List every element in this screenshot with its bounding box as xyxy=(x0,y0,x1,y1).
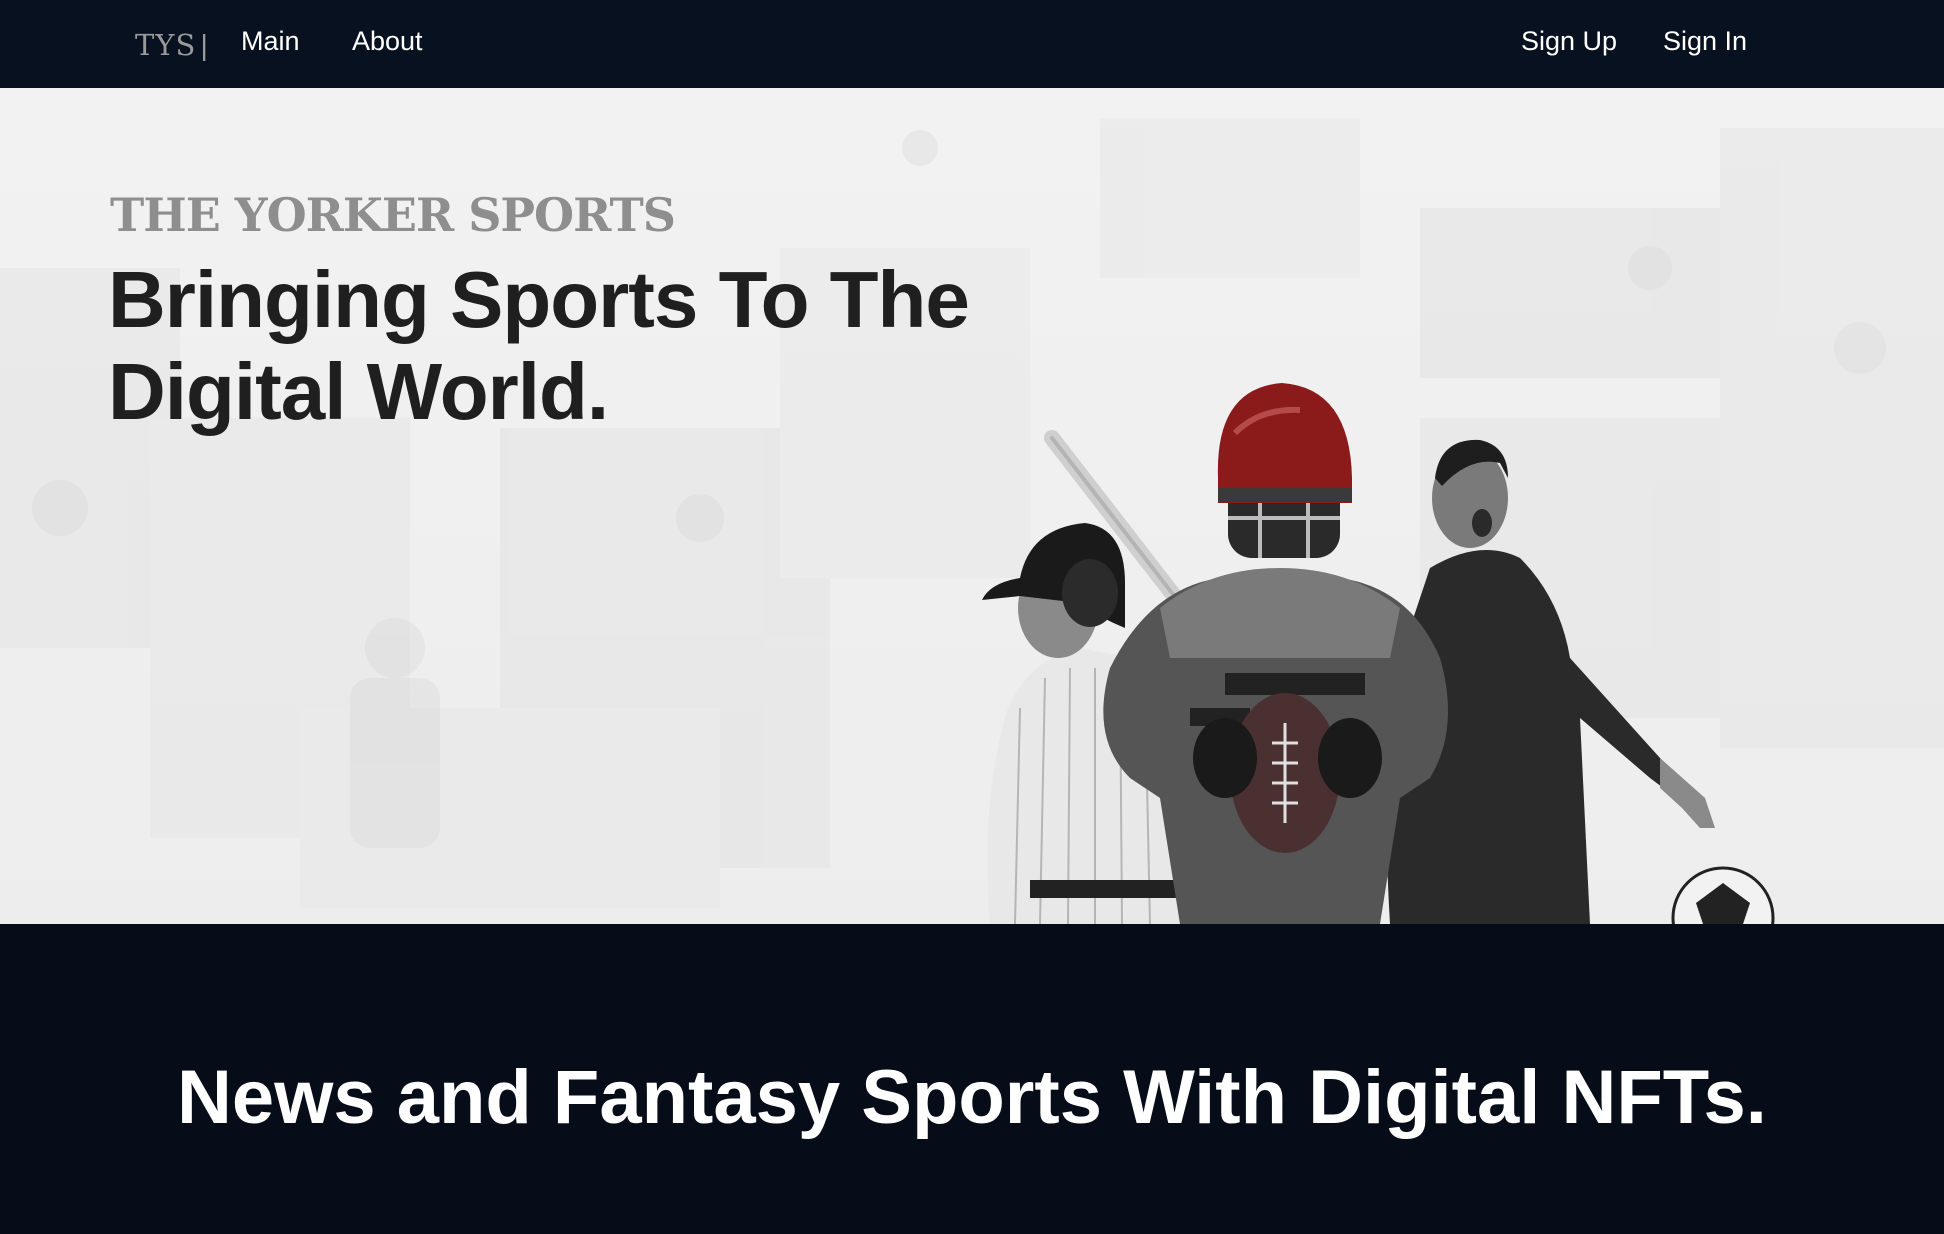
navbar: TYS | Main About Sign Up Sign In xyxy=(0,0,1944,88)
hero-headline: Bringing Sports To The Digital World. xyxy=(108,255,970,436)
logo-text: TYS xyxy=(135,28,197,62)
sign-in-link[interactable]: Sign In xyxy=(1663,26,1747,57)
tagline-heading: News and Fantasy Sports With Digital NFT… xyxy=(177,1055,1767,1140)
logo-separator: | xyxy=(200,30,209,62)
hero-brand-name: THE YORKER SPORTS xyxy=(110,188,676,242)
athletes-image xyxy=(982,383,1775,924)
page: TYS | Main About Sign Up Sign In THE YOR… xyxy=(0,0,1944,1234)
tagline-section: News and Fantasy Sports With Digital NFT… xyxy=(0,926,1944,1234)
hero-section: THE YORKER SPORTS Bringing Sports To The… xyxy=(0,88,1944,924)
nav-link-main[interactable]: Main xyxy=(241,26,300,57)
nav-link-about[interactable]: About xyxy=(352,26,423,57)
sign-up-link[interactable]: Sign Up xyxy=(1521,26,1617,57)
site-logo[interactable]: TYS | xyxy=(135,28,209,63)
